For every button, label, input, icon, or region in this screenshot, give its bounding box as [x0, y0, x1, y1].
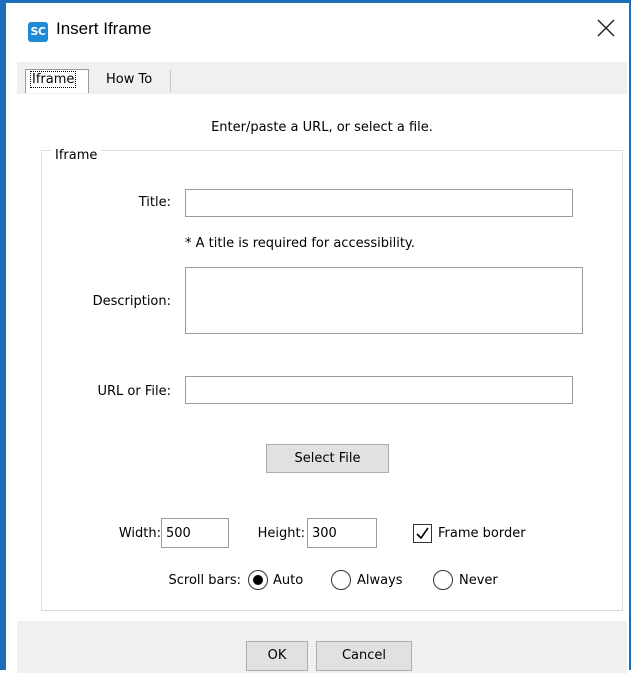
- dialog-footer: OK Cancel: [17, 621, 627, 673]
- description-textarea[interactable]: [185, 267, 583, 334]
- iframe-group-legend: Iframe: [51, 148, 102, 163]
- url-or-file-input[interactable]: [185, 376, 573, 404]
- tab-iframe-label: Iframe: [29, 71, 77, 88]
- title-required-note: * A title is required for accessibility.: [185, 236, 415, 251]
- select-file-button[interactable]: Select File: [266, 444, 389, 473]
- scroll-bars-label: Scroll bars:: [168, 573, 241, 588]
- ok-button[interactable]: OK: [246, 641, 308, 671]
- url-or-file-label: URL or File:: [97, 384, 172, 399]
- height-label: Height:: [257, 526, 305, 541]
- tab-content-iframe: Enter/paste a URL, or select a file. Ifr…: [17, 94, 627, 614]
- instruction-text: Enter/paste a URL, or select a file.: [211, 120, 433, 135]
- scroll-never-radio[interactable]: [433, 570, 453, 590]
- description-label: Description:: [92, 294, 171, 309]
- title-input[interactable]: [185, 189, 573, 217]
- close-icon: [597, 19, 615, 37]
- frame-border-checkbox[interactable]: [413, 524, 432, 543]
- scroll-always-label: Always: [357, 573, 403, 588]
- height-input[interactable]: [307, 518, 377, 548]
- cancel-button[interactable]: Cancel: [316, 641, 412, 671]
- title-label: Title:: [138, 195, 171, 210]
- checkmark-icon: [416, 527, 429, 540]
- app-logo-icon: SC: [28, 22, 48, 42]
- width-input[interactable]: [161, 518, 229, 548]
- scroll-auto-radio[interactable]: [248, 570, 268, 590]
- tab-how-to-label: How To: [106, 72, 153, 87]
- close-button[interactable]: [593, 15, 619, 41]
- radio-selected-dot: [253, 575, 263, 585]
- scroll-always-radio[interactable]: [331, 570, 351, 590]
- tab-iframe[interactable]: Iframe: [25, 69, 89, 93]
- insert-iframe-dialog: SC Insert Iframe Iframe How To Enter/pas…: [0, 0, 631, 673]
- width-label: Width:: [118, 526, 161, 541]
- scroll-auto-label: Auto: [273, 573, 304, 588]
- scroll-never-label: Never: [459, 573, 498, 588]
- tab-how-to[interactable]: How To: [101, 70, 171, 92]
- frame-border-label: Frame border: [438, 526, 526, 541]
- title-bar: SC Insert Iframe: [6, 3, 629, 61]
- dialog-title: Insert Iframe: [56, 19, 152, 38]
- tab-bar: Iframe How To: [17, 62, 627, 94]
